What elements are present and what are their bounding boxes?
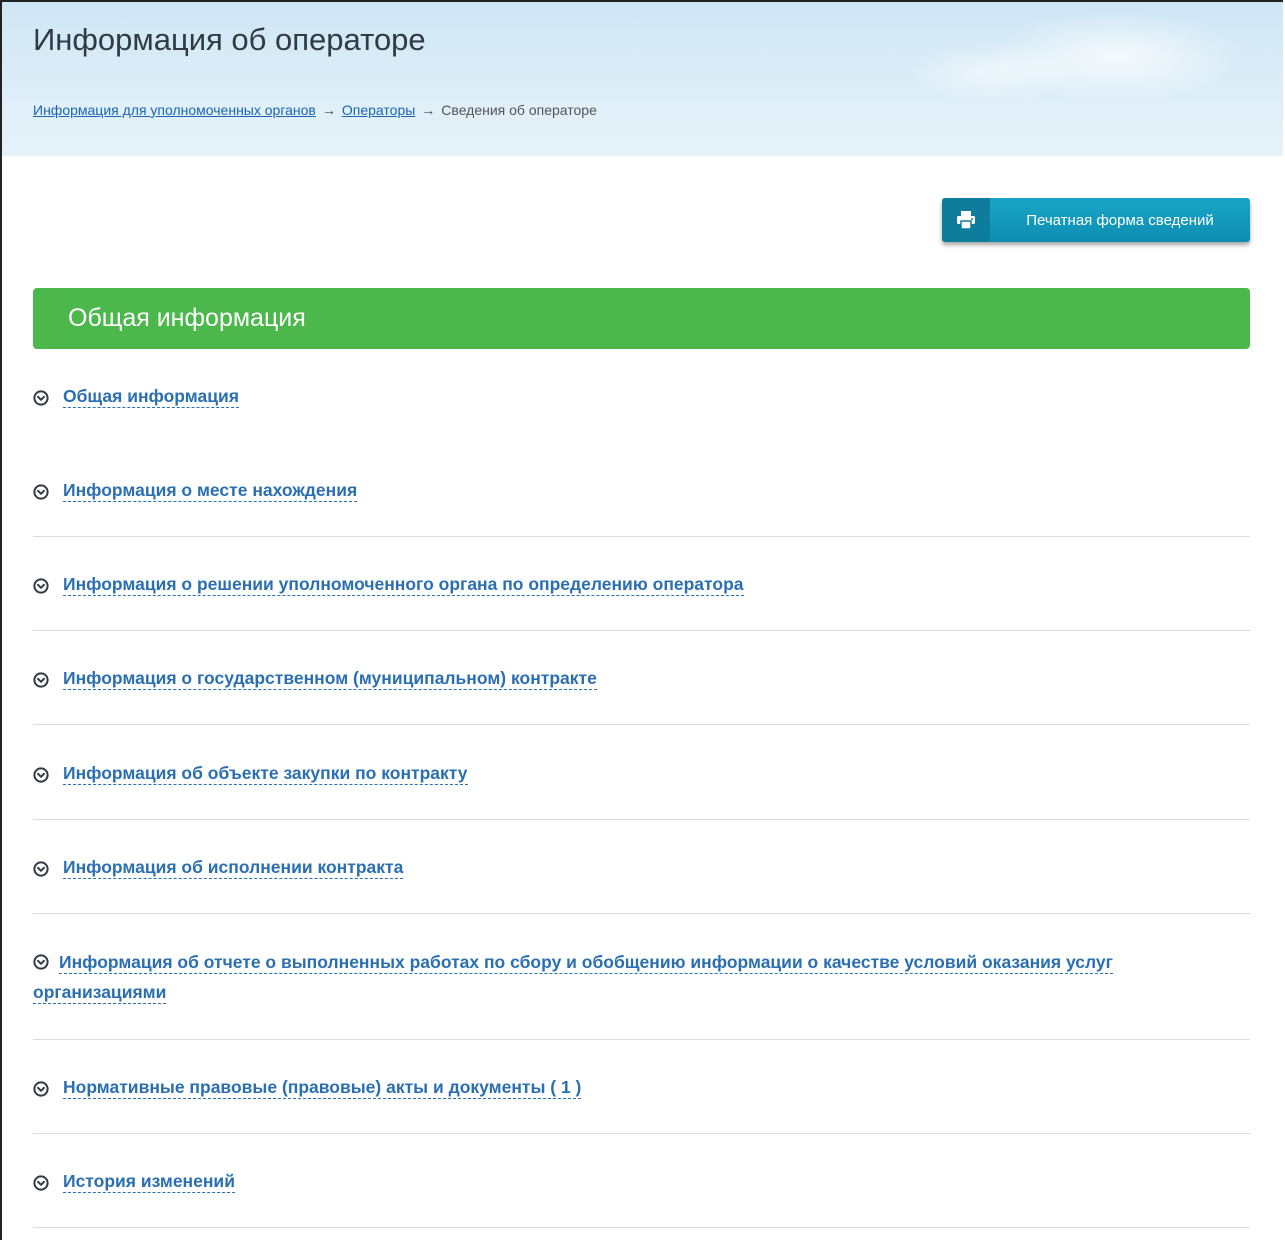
divider — [33, 630, 1250, 631]
chevron-circle-down-icon — [33, 767, 49, 783]
divider — [33, 819, 1250, 820]
chevron-circle-down-icon — [33, 954, 49, 970]
chevron-circle-down-icon — [33, 390, 49, 406]
accordion-item-label: Информация об исполнении контракта — [63, 857, 404, 879]
accordion-item-legal-acts[interactable]: Нормативные правовые (правовые) акты и д… — [33, 1077, 1250, 1102]
print-form-label: Печатная форма сведений — [1026, 211, 1214, 229]
section-title: Общая информация — [68, 304, 306, 332]
accordion-item-report[interactable]: Информация об отчете о выполненных работ… — [33, 952, 1250, 1007]
section-header: Общая информация — [33, 288, 1250, 349]
accordion-item-label: Информация об отчете о выполненных работ… — [33, 952, 1113, 1004]
printer-icon — [942, 198, 990, 242]
accordion-item-label: Информация о государственном (муниципаль… — [63, 668, 597, 690]
chevron-circle-down-icon — [33, 861, 49, 877]
accordion-item-label: Информация об объекте закупки по контрак… — [63, 763, 468, 785]
breadcrumb-arrow-icon: → — [321, 102, 336, 118]
print-form-button[interactable]: Печатная форма сведений — [942, 198, 1250, 242]
breadcrumb-arrow-icon: → — [421, 102, 436, 118]
breadcrumb-link-operators[interactable]: Операторы — [342, 102, 415, 118]
accordion-item-label: Нормативные правовые (правовые) акты и д… — [63, 1077, 582, 1099]
divider — [33, 536, 1250, 537]
page-frame: Информация об операторе Информация для у… — [0, 0, 1283, 1240]
accordion-item-execution[interactable]: Информация об исполнении контракта — [33, 857, 1250, 882]
accordion-item-label: Информация о месте нахождения — [63, 480, 358, 502]
chevron-circle-down-icon — [33, 672, 49, 688]
chevron-circle-down-icon — [33, 484, 49, 500]
divider — [33, 724, 1250, 725]
accordion-item-contract[interactable]: Информация о государственном (муниципаль… — [33, 668, 1250, 693]
chevron-circle-down-icon — [33, 578, 49, 594]
chevron-circle-down-icon — [33, 1175, 49, 1191]
divider — [33, 913, 1250, 914]
accordion-item-procurement[interactable]: Информация об объекте закупки по контрак… — [33, 763, 1250, 788]
divider — [33, 1039, 1250, 1040]
accordion-item-location[interactable]: Информация о месте нахождения — [33, 480, 1250, 505]
breadcrumb-current: Сведения об операторе — [441, 102, 597, 118]
divider — [33, 1227, 1250, 1228]
page-header: Информация об операторе Информация для у… — [2, 2, 1283, 156]
accordion-item-general[interactable]: Общая информация — [33, 386, 1250, 411]
accordion-item-decision[interactable]: Информация о решении уполномоченного орг… — [33, 574, 1250, 599]
chevron-circle-down-icon — [33, 1081, 49, 1097]
accordion-item-label: История изменений — [63, 1171, 235, 1193]
breadcrumb: Информация для уполномоченных органов → Оп… — [33, 102, 597, 118]
divider — [33, 1133, 1250, 1134]
accordion-item-label: Общая информация — [63, 386, 239, 408]
header-cloud-decoration — [905, 42, 1085, 102]
accordion-item-label: Информация о решении уполномоченного орг… — [63, 574, 744, 596]
breadcrumb-link-authorities[interactable]: Информация для уполномоченных органов — [33, 102, 316, 118]
page-title: Информация об операторе — [33, 22, 426, 57]
accordion-item-history[interactable]: История изменений — [33, 1171, 1250, 1196]
